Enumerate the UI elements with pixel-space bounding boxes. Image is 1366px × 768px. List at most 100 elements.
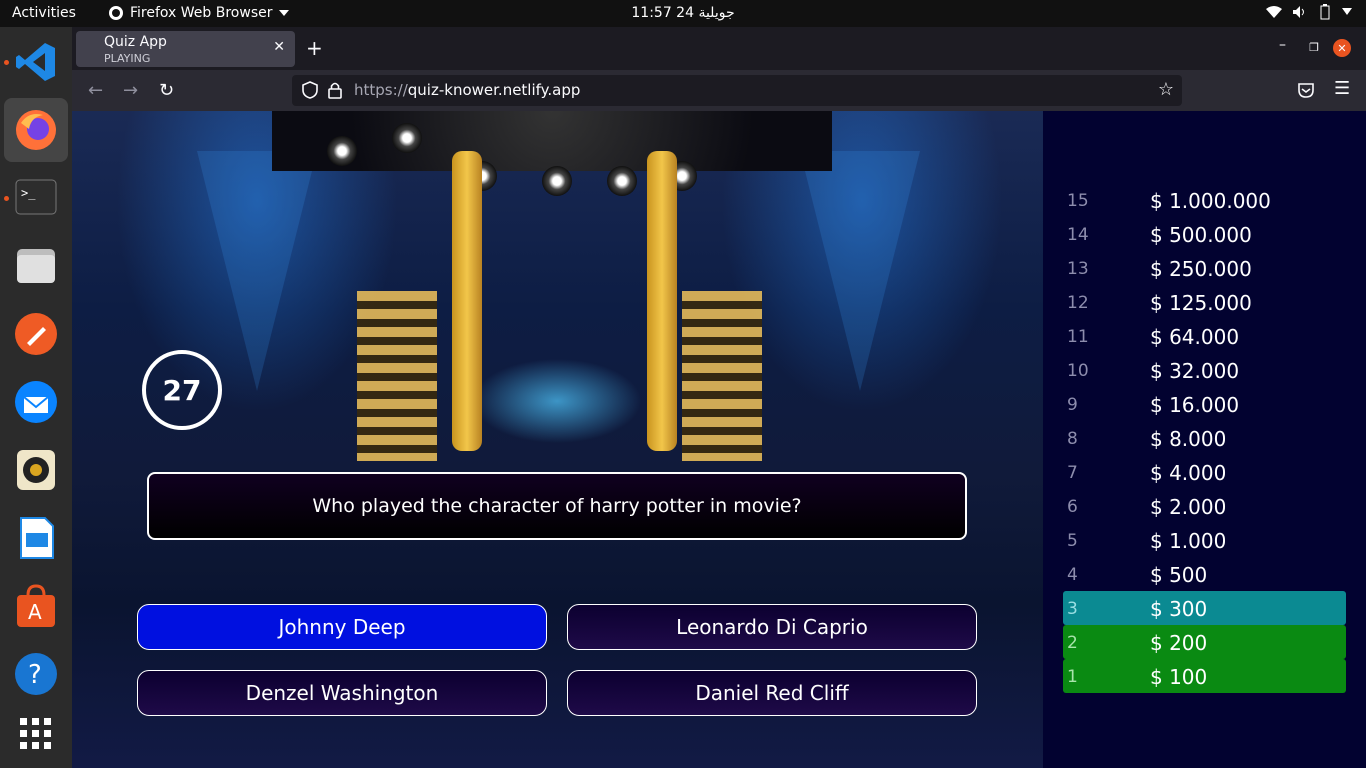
url-host: quiz-knower.netlify.app (407, 81, 581, 99)
dock-item-thunderbird[interactable] (4, 370, 68, 434)
system-top-bar: Activities Firefox Web Browser 11:57 24 … (0, 0, 1366, 27)
postman-icon (15, 313, 57, 355)
stage-lamp (392, 123, 422, 153)
document-icon (20, 517, 54, 559)
dock-item-rhythmbox[interactable] (4, 438, 68, 502)
app-grid-icon (20, 718, 51, 749)
minimize-button[interactable]: – (1279, 37, 1286, 53)
money-level-number: 8 (1067, 429, 1078, 449)
money-level-row: 1 $ 100 (1063, 659, 1346, 693)
money-level-row: 13 $ 250.000 (1063, 251, 1346, 285)
money-level-row: 9 $ 16.000 (1063, 387, 1346, 421)
shopping-bag-icon: A (17, 584, 55, 627)
dock-item-software[interactable]: A (4, 574, 68, 638)
money-level-row: 11 $ 64.000 (1063, 319, 1346, 353)
back-button[interactable]: ← (88, 80, 103, 101)
money-level-number: 12 (1067, 293, 1089, 313)
new-tab-button[interactable]: + (306, 36, 323, 60)
money-level-amount: $ 300 (1150, 597, 1208, 621)
money-level-row: 4 $ 500 (1063, 557, 1346, 591)
clock[interactable]: 11:57 24 جويلية (0, 5, 1366, 21)
folder-icon (17, 249, 55, 283)
bookmark-star-icon[interactable]: ☆ (1158, 79, 1174, 100)
dock: >_ A ? (0, 27, 72, 768)
maximize-button[interactable]: ❐ (1309, 41, 1319, 54)
lock-icon[interactable] (328, 81, 342, 99)
lighting-rig (272, 111, 832, 171)
money-level-amount: $ 64.000 (1150, 325, 1240, 349)
tab-quiz-app[interactable]: Quiz App PLAYING ✕ (76, 31, 295, 67)
dock-item-files[interactable] (4, 234, 68, 298)
money-level-amount: $ 100 (1150, 665, 1208, 689)
answer-d-button[interactable]: Daniel Red Cliff (567, 670, 977, 716)
money-level-number: 10 (1067, 361, 1089, 381)
url-text: https://quiz-knower.netlify.app (354, 81, 580, 99)
money-level-row: 3 $ 300 (1063, 591, 1346, 625)
money-level-number: 1 (1067, 667, 1078, 687)
page-content: 27 Who played the character of harry pot… (72, 111, 1366, 768)
answer-a-button[interactable]: Johnny Deep (137, 604, 547, 650)
show-applications-button[interactable] (4, 702, 68, 766)
answer-c-button[interactable]: Denzel Washington (137, 670, 547, 716)
dock-item-vscode[interactable] (4, 30, 68, 94)
battery-icon (1320, 4, 1330, 20)
stage-pillar (452, 151, 482, 451)
spotlight-beam (197, 151, 317, 391)
money-level-amount: $ 8.000 (1150, 427, 1227, 451)
system-tray[interactable] (1266, 4, 1352, 20)
money-level-row: 8 $ 8.000 (1063, 421, 1346, 455)
wifi-icon (1266, 6, 1282, 18)
money-level-amount: $ 2.000 (1150, 495, 1227, 519)
forward-button[interactable]: → (123, 80, 138, 101)
game-stage: 27 Who played the character of harry pot… (72, 111, 1043, 768)
stage-pillar (647, 151, 677, 451)
tab-subtitle: PLAYING (104, 52, 151, 65)
tab-strip: Quiz App PLAYING ✕ + – ❐ ✕ (72, 27, 1366, 70)
stage-lamp (607, 166, 637, 196)
stage-stairs (357, 291, 437, 461)
money-level-row: 7 $ 4.000 (1063, 455, 1346, 489)
close-tab-icon[interactable]: ✕ (273, 39, 285, 55)
dock-item-help[interactable]: ? (4, 642, 68, 706)
terminal-icon: >_ (15, 179, 57, 215)
svg-text:>_: >_ (21, 186, 36, 200)
money-level-number: 3 (1067, 599, 1078, 619)
stage-lamp (327, 136, 357, 166)
dock-item-writer[interactable] (4, 506, 68, 570)
svg-text:?: ? (28, 660, 42, 690)
answer-b-button[interactable]: Leonardo Di Caprio (567, 604, 977, 650)
money-level-number: 7 (1067, 463, 1078, 483)
countdown-timer: 27 (142, 350, 222, 430)
dock-item-postman[interactable] (4, 302, 68, 366)
money-level-row: 6 $ 2.000 (1063, 489, 1346, 523)
money-level-number: 11 (1067, 327, 1089, 347)
dock-item-firefox[interactable] (4, 98, 68, 162)
volume-icon (1293, 6, 1304, 18)
money-level-row: 2 $ 200 (1063, 625, 1346, 659)
dock-item-terminal[interactable]: >_ (4, 166, 68, 230)
firefox-icon (16, 110, 56, 150)
help-icon: ? (15, 653, 57, 695)
money-level-row: 10 $ 32.000 (1063, 353, 1346, 387)
close-window-button[interactable]: ✕ (1333, 39, 1351, 57)
tab-title: Quiz App (104, 34, 167, 50)
money-level-number: 4 (1067, 565, 1078, 585)
navigation-toolbar: ← → ↻ https://quiz-knower.netlify.app ☆ … (72, 70, 1366, 111)
money-level-amount: $ 1.000.000 (1150, 189, 1271, 213)
vscode-icon (16, 43, 55, 81)
url-bar[interactable]: https://quiz-knower.netlify.app ☆ (292, 75, 1182, 106)
money-level-number: 6 (1067, 497, 1078, 517)
money-level-amount: $ 1.000 (1150, 529, 1227, 553)
money-level-number: 14 (1067, 225, 1089, 245)
money-level-amount: $ 500.000 (1150, 223, 1252, 247)
reload-button[interactable]: ↻ (159, 80, 174, 101)
spotlight-beam (800, 151, 920, 391)
stage-stairs (682, 291, 762, 461)
pocket-icon[interactable] (1297, 81, 1315, 99)
url-protocol: https:// (354, 81, 408, 99)
question-box: Who played the character of harry potter… (147, 472, 967, 540)
money-level-amount: $ 32.000 (1150, 359, 1240, 383)
money-level-number: 2 (1067, 633, 1078, 653)
shield-icon[interactable] (302, 81, 318, 99)
menu-hamburger-icon[interactable]: ☰ (1334, 78, 1350, 99)
